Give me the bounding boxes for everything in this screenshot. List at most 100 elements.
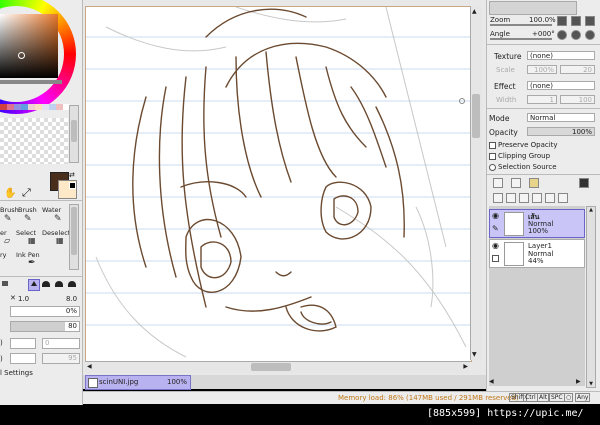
saturation-value-square[interactable] — [0, 14, 58, 78]
drawing-canvas[interactable] — [85, 6, 472, 362]
angle-value[interactable]: +000° — [532, 30, 555, 38]
swatch-palette[interactable] — [0, 104, 70, 116]
effect-select[interactable]: (none) — [527, 81, 595, 90]
min-size-slider[interactable]: 0% — [10, 306, 80, 317]
layer-scroll-up-icon[interactable]: ▲ — [587, 207, 595, 213]
rotate-cw-icon[interactable] — [571, 30, 581, 40]
eyedropper-icon[interactable]: ⤢ — [22, 186, 31, 200]
effect-width-field[interactable]: 1 — [527, 95, 557, 104]
water-icon[interactable]: ✎ — [54, 214, 62, 224]
zoom-out-icon[interactable] — [571, 16, 581, 26]
hand-icon[interactable]: ✋ — [4, 188, 16, 199]
eraser-icon[interactable]: ▱ — [4, 236, 10, 245]
blend-field[interactable] — [10, 338, 36, 349]
eye-icon[interactable]: ◉ — [492, 211, 499, 220]
opacity-slider[interactable]: 100% — [527, 127, 595, 136]
blend2-field[interactable] — [10, 353, 36, 364]
new-linework-layer-icon[interactable] — [511, 178, 521, 188]
deselect-icon[interactable]: ▦ — [56, 236, 64, 245]
layer-list-hscroll-left-icon[interactable]: ◀ — [489, 378, 494, 385]
swap-colors-icon[interactable]: ⇄ — [69, 171, 75, 179]
round-tip-icon[interactable] — [42, 281, 50, 287]
select-icon[interactable]: ▦ — [28, 236, 36, 245]
mode-select[interactable]: Normal — [527, 113, 595, 122]
merge-down-icon[interactable] — [506, 193, 516, 203]
new-layer-icon[interactable] — [493, 178, 503, 188]
document-tab[interactable]: scinUNI.jpg 100% — [85, 375, 191, 390]
tool-label-1[interactable]: Brush — [0, 206, 19, 214]
zoom-reset-icon[interactable] — [585, 16, 595, 26]
vscroll-thumb[interactable] — [472, 94, 480, 138]
brush2-icon[interactable]: ✎ — [24, 214, 32, 224]
texture-select[interactable]: (none) — [527, 51, 595, 60]
swatch-color[interactable] — [35, 104, 42, 110]
brush-shape-icon[interactable] — [2, 281, 8, 286]
zoom-slider[interactable] — [490, 24, 552, 26]
swatch-color[interactable] — [21, 104, 28, 110]
layer-menu-icon[interactable] — [579, 178, 589, 188]
eye-icon[interactable]: ◉ — [492, 241, 499, 250]
layer-list-scrollbar[interactable]: ▲ ▼ — [586, 206, 596, 388]
scroll-down-icon[interactable]: ▼ — [472, 351, 477, 358]
layer-scroll-down-icon[interactable]: ▼ — [587, 381, 595, 387]
layer-lock-checkbox[interactable] — [492, 255, 499, 262]
hscroll-thumb[interactable] — [251, 363, 291, 371]
merge-visible-icon[interactable] — [519, 193, 529, 203]
zoom-in-icon[interactable] — [557, 16, 567, 26]
tool-scrollbar[interactable] — [69, 204, 79, 270]
swatch-color[interactable] — [7, 104, 14, 110]
texture-strength-field[interactable]: 20 — [560, 65, 595, 74]
swatch-color[interactable] — [14, 104, 21, 110]
layer-row-layer1[interactable]: ◉ Layer1 Normal 44% — [489, 239, 585, 268]
tool-label-7[interactable]: ry — [0, 251, 7, 259]
new-folder-icon[interactable] — [529, 178, 539, 188]
clipping-group-label[interactable]: Clipping Group — [498, 152, 550, 160]
advanced-settings-label[interactable]: l Settings — [0, 369, 33, 377]
tool-label-2[interactable]: Brush — [18, 206, 37, 214]
layer-list-hscroll-right-icon[interactable]: ▶ — [576, 378, 581, 385]
brush-icon[interactable]: ✎ — [4, 214, 12, 224]
swatch-color[interactable] — [42, 104, 49, 110]
zoom-value[interactable]: 100.0% — [529, 16, 556, 24]
swatch-color[interactable] — [0, 104, 7, 110]
flat-tip-icon[interactable] — [68, 281, 76, 287]
canvas-horizontal-scrollbar[interactable]: ◀ ▶ — [85, 361, 470, 373]
scroll-left-icon[interactable]: ◀ — [87, 363, 92, 370]
scroll-right-icon[interactable]: ▶ — [463, 363, 468, 370]
soft-tip-icon[interactable] — [55, 281, 63, 287]
swatch-color[interactable] — [49, 104, 56, 110]
preserve-opacity-checkbox[interactable] — [489, 142, 496, 149]
transfer-down-icon[interactable] — [493, 193, 503, 203]
navigator-preview[interactable] — [489, 1, 577, 15]
color-picker-marker[interactable] — [18, 52, 25, 59]
delete-layer-icon[interactable] — [532, 193, 542, 203]
swatch-color[interactable] — [28, 104, 35, 110]
ink-pen-icon[interactable]: ✒ — [28, 258, 36, 268]
canvas-vertical-scrollbar[interactable]: ▲ ▼ — [470, 6, 482, 360]
density-slider[interactable]: 80 — [10, 321, 80, 332]
texture-scale-field[interactable]: 100% — [527, 65, 557, 74]
value1-field[interactable]: 0 — [42, 338, 80, 349]
rotate-ccw-icon[interactable] — [557, 30, 567, 40]
layer-opacity: 100% — [528, 227, 549, 235]
hue-bar[interactable] — [0, 80, 62, 84]
clipping-group-checkbox[interactable] — [489, 153, 496, 160]
value2-field[interactable]: 95 — [42, 353, 80, 364]
swatch-color[interactable] — [56, 104, 63, 110]
selection-source-radio[interactable] — [489, 164, 496, 171]
swatch-grid[interactable] — [0, 118, 68, 164]
swatch-scrollbar[interactable] — [69, 105, 79, 163]
default-colors-icon[interactable] — [69, 182, 76, 189]
angle-slider[interactable] — [490, 38, 552, 40]
selection-source-label[interactable]: Selection Source — [498, 163, 557, 171]
scroll-up-icon[interactable]: ▲ — [472, 8, 477, 15]
pen-lock-icon[interactable]: ✎ — [492, 224, 499, 233]
preserve-opacity-label[interactable]: Preserve Opacity — [498, 141, 558, 149]
tool-label-3[interactable]: Water — [42, 206, 61, 214]
rotate-reset-icon[interactable] — [585, 30, 595, 40]
size-multiplier-icon[interactable]: ✕ — [10, 294, 18, 302]
effect-strength-field[interactable]: 100 — [560, 95, 595, 104]
clear-layer-icon[interactable] — [545, 193, 555, 203]
lock-layer-icon[interactable] — [558, 193, 568, 203]
layer-row-ink[interactable]: ◉ ✎ เส้น Normal 100% — [489, 209, 585, 238]
